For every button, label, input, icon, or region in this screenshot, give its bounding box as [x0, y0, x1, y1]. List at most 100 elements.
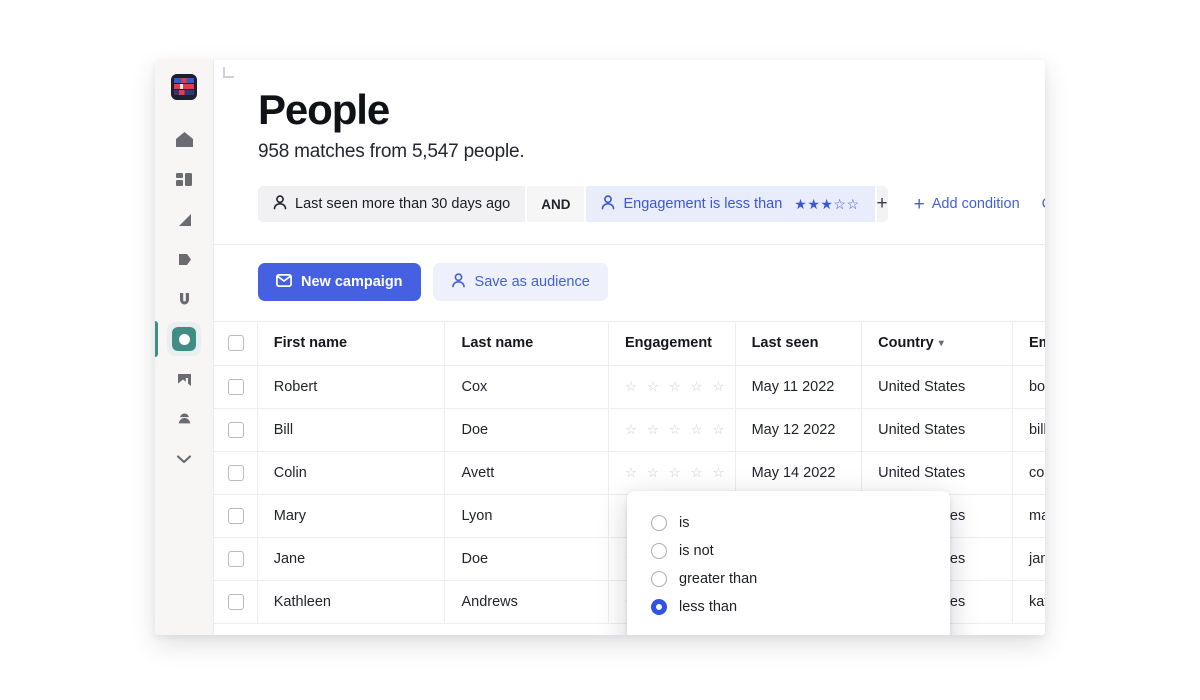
sidebar-active-indicator	[155, 321, 158, 357]
sidebar-item-reports[interactable]	[167, 202, 201, 236]
people-table-wrapper: First name Last name Engagement Last see…	[214, 321, 1045, 635]
cell-engagement: ☆ ☆ ☆ ☆ ☆	[608, 408, 736, 452]
cell-first-name: Bill	[257, 408, 446, 452]
dashboard-icon	[175, 171, 194, 188]
sidebar-item-campaigns[interactable]	[167, 242, 201, 276]
rating-star-3[interactable]: ★	[745, 633, 761, 635]
sidebar-item-more[interactable]	[167, 442, 201, 476]
cell-last-name: Doe	[444, 408, 609, 452]
radio-option-is-not[interactable]: is not	[627, 537, 950, 565]
magnet-icon	[175, 291, 194, 308]
cell-last-name: Lyon	[444, 494, 609, 538]
rating-star-1[interactable]: ★	[673, 633, 689, 635]
sidebar-item-home[interactable]	[167, 122, 201, 156]
radio-option-greater-than[interactable]: greater than	[627, 565, 950, 593]
radio-option-is[interactable]: is	[627, 509, 950, 537]
add-condition-label: Add condition	[931, 196, 1020, 213]
header-email[interactable]: Email	[1012, 322, 1045, 366]
radio-option-greater-than-label: greater than	[679, 571, 758, 588]
header-first-name[interactable]: First name	[257, 322, 446, 366]
sidebar	[155, 60, 214, 635]
row-select-cell	[214, 537, 258, 581]
popover-body: is is not greater than less than	[627, 491, 950, 635]
chart-icon	[175, 211, 194, 228]
header-divider	[214, 244, 1045, 246]
cell-last-name: Avett	[444, 451, 609, 495]
app-window: People 958 matches from 5,547 people. La…	[155, 60, 1045, 635]
cell-country: United States	[861, 451, 1013, 495]
add-filter-plus-button[interactable]: +	[874, 186, 888, 223]
row-checkbox[interactable]	[228, 507, 244, 524]
cell-first-name: Mary	[257, 494, 446, 538]
engagement-stars: ☆ ☆ ☆ ☆ ☆	[624, 464, 728, 480]
radio-option-is-not-label: is not	[679, 543, 714, 560]
row-checkbox[interactable]	[228, 378, 244, 395]
sidebar-item-magnet[interactable]	[167, 282, 201, 316]
people-tile-icon	[172, 327, 196, 351]
select-all-header	[214, 322, 258, 366]
rating-star-4[interactable]: ☆	[781, 633, 797, 635]
save-as-audience-button[interactable]: Save as audience	[432, 263, 608, 302]
person-icon	[273, 194, 287, 214]
sidebar-item-people[interactable]	[167, 322, 201, 356]
cell-first-name: Colin	[257, 451, 446, 495]
rating-star-picker: ★ ★ ★ ☆ ☆	[673, 633, 950, 635]
radio-option-less-than-label: less than	[679, 599, 738, 616]
filter-condition-last-seen[interactable]: Last seen more than 30 days ago	[258, 186, 526, 223]
header-country[interactable]: Country ▾	[861, 322, 1013, 366]
cell-last-name: Cox	[444, 365, 609, 409]
row-checkbox[interactable]	[228, 464, 244, 481]
filter-condition-engagement[interactable]: Engagement is less than ★★★☆☆	[586, 186, 875, 223]
engagement-stars: ☆ ☆ ☆ ☆ ☆	[624, 378, 728, 394]
main-content: People 958 matches from 5,547 people. La…	[214, 60, 1045, 635]
person-icon	[601, 194, 615, 214]
add-condition-button[interactable]: + Add condition	[914, 195, 1020, 214]
cell-email: mary.l	[1012, 494, 1045, 538]
plus-icon: +	[913, 193, 925, 215]
cell-first-name: Robert	[257, 365, 446, 409]
radio-icon-selected	[651, 599, 667, 616]
engagement-filter-popover: is is not greater than less than	[627, 491, 950, 635]
filter-condition-2-stars: ★★★☆☆	[794, 195, 860, 212]
cell-last-seen: May 14 2022	[735, 451, 863, 495]
clear-filters-link[interactable]: Clear	[1042, 196, 1045, 212]
filter-operator-and[interactable]: AND	[525, 186, 587, 223]
cell-first-name: Kathleen	[257, 580, 446, 624]
row-select-cell	[214, 408, 258, 452]
radio-icon	[651, 571, 667, 588]
row-select-cell	[214, 365, 258, 409]
engagement-stars: ☆ ☆ ☆ ☆ ☆	[624, 421, 728, 437]
sidebar-item-dashboard[interactable]	[167, 162, 201, 196]
sidebar-item-automations[interactable]	[167, 402, 201, 436]
cell-email: colin.a	[1012, 451, 1045, 495]
page-subtitle: 958 matches from 5,547 people.	[258, 141, 525, 163]
select-all-checkbox[interactable]	[228, 335, 244, 352]
header-country-label: Country	[878, 335, 934, 352]
page-header: People 958 matches from 5,547 people.	[214, 60, 1045, 163]
chevron-down-icon: ▾	[938, 337, 944, 349]
cell-email: kathle	[1012, 580, 1045, 624]
page-title: People	[258, 86, 390, 133]
header-last-seen[interactable]: Last seen	[735, 322, 863, 366]
rating-star-5[interactable]: ☆	[818, 633, 834, 635]
screen-root: People 958 matches from 5,547 people. La…	[0, 0, 1200, 700]
row-checkbox[interactable]	[228, 421, 244, 438]
table-row[interactable]: Bill Doe ☆ ☆ ☆ ☆ ☆ May 12 2022 United States…	[214, 408, 1045, 452]
radio-option-less-than[interactable]: less than	[627, 593, 950, 621]
sidebar-item-library[interactable]	[167, 362, 201, 396]
envelope-icon	[276, 273, 292, 291]
cell-first-name: Jane	[257, 537, 446, 581]
row-checkbox[interactable]	[228, 550, 244, 567]
table-row[interactable]: Robert Cox ☆ ☆ ☆ ☆ ☆ May 11 2022 United Stat…	[214, 365, 1045, 409]
new-campaign-button[interactable]: New campaign	[258, 263, 421, 302]
home-icon	[175, 131, 194, 148]
app-logo-icon[interactable]	[171, 74, 197, 100]
cell-last-seen: May 12 2022	[735, 408, 863, 452]
header-engagement[interactable]: Engagement	[608, 322, 736, 366]
table-header-row: First name Last name Engagement Last see…	[214, 322, 1045, 366]
row-checkbox[interactable]	[228, 593, 244, 610]
plus-icon: +	[876, 193, 888, 215]
header-last-name[interactable]: Last name	[444, 322, 609, 366]
rating-star-2[interactable]: ★	[709, 633, 725, 635]
table-row[interactable]: Colin Avett ☆ ☆ ☆ ☆ ☆ May 14 2022 United Sta…	[214, 451, 1045, 495]
